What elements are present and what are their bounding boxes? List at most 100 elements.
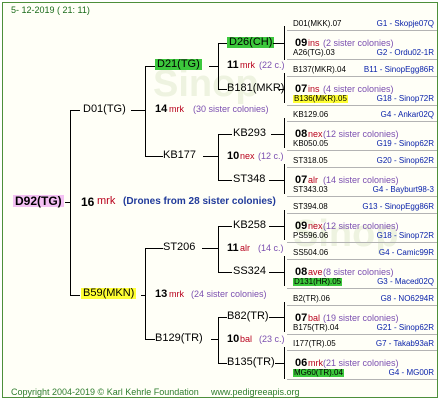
mark: bal <box>240 334 253 344</box>
connector <box>218 134 232 135</box>
ancestor-code[interactable]: G19 - Sinop62R <box>377 140 434 148</box>
queen-st348[interactable]: ST348 <box>233 174 265 185</box>
ancestor-code[interactable]: G8 - NO6294R <box>381 295 434 303</box>
ancestor-name[interactable]: SS504.06 <box>293 249 328 257</box>
ancestor-name[interactable]: PS596.06 <box>293 232 328 240</box>
queen-b181[interactable]: B181(MKR) <box>227 83 284 94</box>
gen-number: 16 <box>81 195 95 209</box>
mark: alr <box>308 175 319 185</box>
queen-b82[interactable]: B82(TR) <box>227 311 269 322</box>
gen-number: 10 <box>227 150 240 162</box>
ancestor-code[interactable]: G18 - Sinop72R <box>377 95 434 103</box>
drones-note: (Drones from 28 sister colonies) <box>123 196 276 207</box>
ancestor-name[interactable]: B2(TR).06 <box>293 295 330 303</box>
connector <box>218 226 232 227</box>
ancestor-name[interactable]: KB050.05 <box>293 140 328 148</box>
queen-kb177[interactable]: KB177 <box>163 150 196 161</box>
ancestor-name[interactable]: MG60(TR).04 <box>293 369 344 377</box>
connector <box>131 110 145 111</box>
queen-b59[interactable]: B59(MKN) <box>81 288 137 299</box>
ancestor-code[interactable]: G3 - Maced02Q <box>377 278 434 286</box>
ancestor-code[interactable]: G4 - Bayburt98-3 <box>373 186 434 194</box>
sister-colonies: (2 sister colonies) <box>323 38 394 48</box>
ancestor-code[interactable]: G20 - Sinop62R <box>377 157 434 165</box>
ancestor-name[interactable]: B175(TR).04 <box>293 324 339 332</box>
connector <box>284 26 285 60</box>
queen-st206[interactable]: ST206 <box>163 242 195 253</box>
pedigree-chart: Sinop Sinop 5- 12-2019 ( 21: 11) D92(TG)… <box>2 2 438 398</box>
ancestor-name[interactable]: A26(TG).03 <box>293 49 335 57</box>
connector <box>218 89 227 90</box>
connector <box>145 339 155 340</box>
queen-root[interactable]: D92(TG) <box>13 195 64 207</box>
connector <box>218 363 227 364</box>
gen-number: 11 <box>227 59 239 71</box>
mark: mrk <box>308 358 323 368</box>
connector <box>284 302 285 332</box>
row-divider <box>287 350 437 351</box>
connector <box>284 164 285 194</box>
connector <box>145 248 146 339</box>
ancestor-name[interactable]: B137(MKR).04 <box>293 66 346 74</box>
queen-d21[interactable]: D21(TG) <box>155 59 202 70</box>
mark: nex <box>240 151 255 161</box>
ancestor-name[interactable]: ST343.03 <box>293 186 328 194</box>
connector <box>218 226 219 272</box>
sister-colonies: (8 sister colonies) <box>323 267 394 277</box>
ancestor-code[interactable]: G4 - MG00R <box>389 369 434 377</box>
ancestor-code[interactable]: G4 - Camic99R <box>379 249 434 257</box>
ancestor-name[interactable]: D01(MKK).07 <box>293 20 341 28</box>
sister-colonies: (14 c.) <box>258 243 284 253</box>
sister-colonies: (19 sister colonies) <box>323 313 399 323</box>
sister-colonies: (12 sister colonies) <box>323 221 399 231</box>
row-divider <box>287 213 437 214</box>
ancestor-code[interactable]: G2 - Ordu02-1R <box>377 49 434 57</box>
mark: ins <box>308 38 320 48</box>
queen-d26[interactable]: D26(CH) <box>227 37 275 48</box>
queen-d01[interactable]: D01(TG) <box>83 104 126 115</box>
sister-colonies: (4 sister colonies) <box>323 84 394 94</box>
connector <box>218 134 219 180</box>
connector <box>284 118 285 148</box>
ancestor-code[interactable]: B11 - SinopEgg86R <box>364 66 434 74</box>
ancestor-code[interactable]: G21 - Sinop62R <box>377 324 434 332</box>
mark: bal <box>308 313 321 323</box>
ancestor-name[interactable]: ST394.08 <box>293 203 328 211</box>
mark: ins <box>308 84 320 94</box>
queen-kb258[interactable]: KB258 <box>233 220 266 231</box>
queen-kb293[interactable]: KB293 <box>233 128 266 139</box>
connector <box>70 110 80 111</box>
connector <box>211 339 218 340</box>
ancestor-code[interactable]: G18 - Sinop72R <box>377 232 434 240</box>
site-link[interactable]: www.pedigreeapis.org <box>211 388 300 397</box>
mark: mrk <box>97 195 116 207</box>
row-divider <box>287 167 437 168</box>
sister-colonies: (24 sister colonies) <box>191 289 267 299</box>
sister-colonies: (22 c.) <box>259 60 285 70</box>
ancestor-name[interactable]: I177(TR).05 <box>293 340 336 348</box>
ancestor-name[interactable]: ST318.05 <box>293 157 328 165</box>
ancestor-code[interactable]: G7 - Takab93aR <box>376 340 434 348</box>
connector <box>218 317 227 318</box>
queen-ss324[interactable]: SS324 <box>233 266 266 277</box>
connector <box>284 73 285 103</box>
sister-colonies: (14 sister colonies) <box>323 175 399 185</box>
connector <box>218 272 232 273</box>
connector <box>279 89 284 90</box>
ancestor-name[interactable]: D131(HR).05 <box>293 278 343 286</box>
ancestor-name[interactable]: KB129.06 <box>293 111 328 119</box>
row-divider <box>287 305 437 306</box>
ancestor-code[interactable]: G1 - Skopje07Q <box>377 20 434 28</box>
queen-b129[interactable]: B129(TR) <box>155 333 203 344</box>
connector <box>271 134 284 135</box>
row-divider <box>287 150 437 151</box>
row-divider <box>287 59 437 60</box>
ancestor-code[interactable]: G13 - SinopEgg86R <box>362 203 434 211</box>
connector <box>145 156 163 157</box>
queen-b135[interactable]: B135(TR) <box>227 357 275 368</box>
connector <box>70 295 80 296</box>
gen-number: 10 <box>227 333 240 345</box>
row-divider <box>287 105 437 106</box>
ancestor-code[interactable]: G4 - Ankar02Q <box>381 111 434 119</box>
ancestor-name[interactable]: B136(MKR).05 <box>293 95 348 103</box>
